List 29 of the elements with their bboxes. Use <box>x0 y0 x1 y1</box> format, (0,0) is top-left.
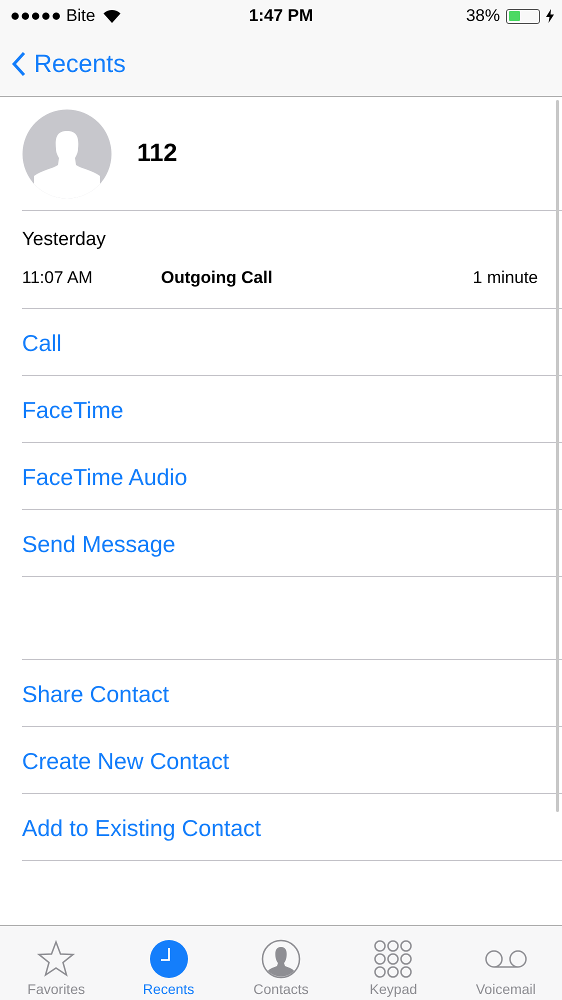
tab-item[interactable]: Favorites <box>0 926 112 1000</box>
action-link[interactable]: Create New Contact <box>0 727 562 793</box>
chevron-icon <box>12 51 26 77</box>
person-icon <box>261 939 302 979</box>
action-link[interactable]: Add to Existing Contact <box>0 794 562 860</box>
tab-item[interactable]: Recents <box>112 926 225 1000</box>
battery-icon <box>506 8 540 24</box>
tab-item[interactable]: Keypad <box>337 926 450 1000</box>
back-button[interactable]: Recents <box>12 50 126 78</box>
call-type: Outgoing Call <box>161 268 274 288</box>
action-link[interactable]: FaceTime Audio <box>0 443 562 509</box>
carrier-name: ●●●●● Bite <box>10 6 96 26</box>
call-date: Yesterday <box>22 229 107 251</box>
action-link[interactable]: Send Message <box>0 510 562 576</box>
call-time: 11:07 AM <box>22 268 94 288</box>
avatar-icon <box>22 108 112 198</box>
call-duration: 1 minute <box>472 268 538 288</box>
action-link[interactable]: FaceTime <box>0 376 562 442</box>
star-icon <box>36 939 76 979</box>
clock-icon <box>148 939 189 979</box>
status-time: 1:47 PM <box>248 6 314 25</box>
keypad-icon <box>373 939 414 979</box>
wifi-icon <box>103 9 122 23</box>
battery-percent: 38% <box>466 6 500 26</box>
tab-item[interactable]: Contacts <box>224 926 338 1000</box>
action-link[interactable]: Call <box>0 309 562 375</box>
tab-item[interactable]: Voicemail <box>450 926 562 1000</box>
action-link[interactable]: Share Contact <box>0 660 562 726</box>
contact-name: 112 <box>137 139 178 168</box>
